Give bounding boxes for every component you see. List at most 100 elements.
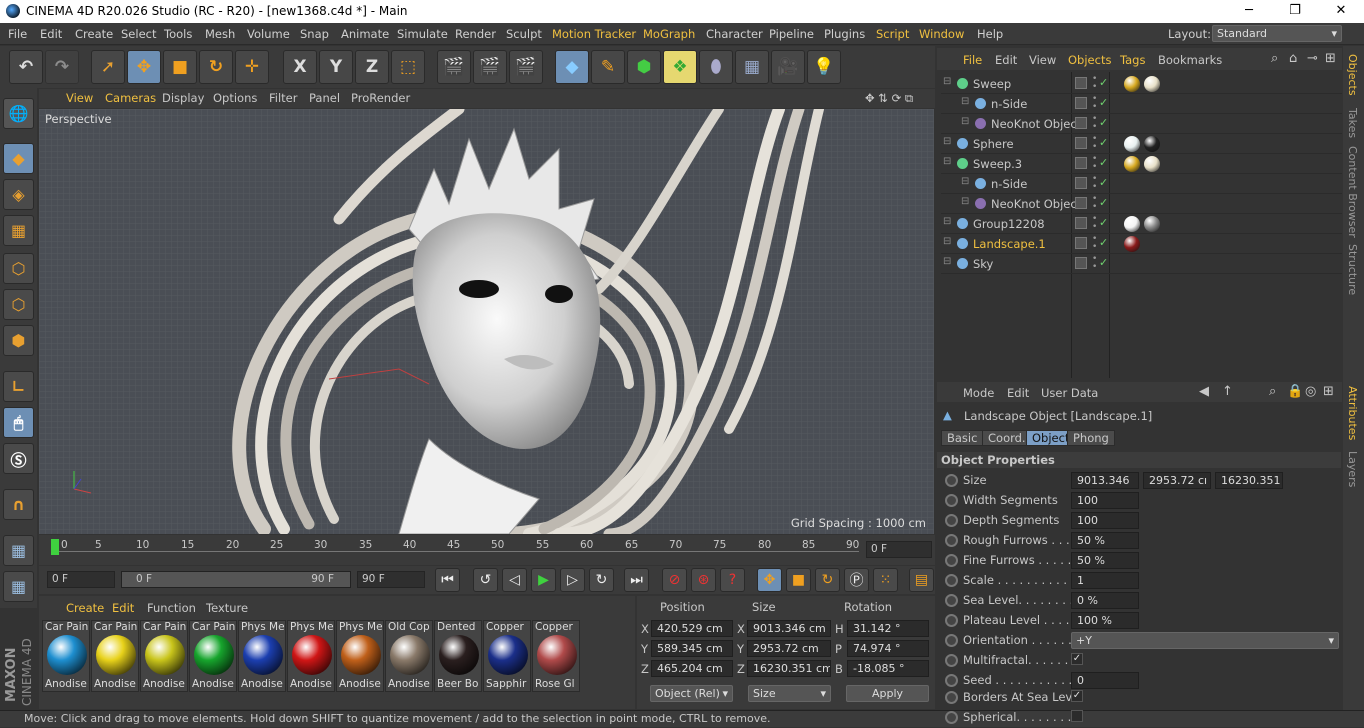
animate-toggle-icon[interactable] bbox=[945, 514, 958, 527]
animate-toggle-icon[interactable] bbox=[945, 494, 958, 507]
visibility-dots-icon[interactable]: • • bbox=[1092, 255, 1097, 272]
property-field[interactable]: 0 bbox=[1071, 672, 1139, 689]
side-tab-content-browser[interactable]: Content Browser bbox=[1346, 146, 1359, 238]
layer-icon[interactable] bbox=[1075, 257, 1087, 269]
material-swatch[interactable]: Old Cop Anodise bbox=[385, 620, 433, 692]
animate-toggle-icon[interactable] bbox=[945, 614, 958, 627]
rotation-field[interactable]: -18.085 ° bbox=[847, 660, 929, 677]
material-swatch[interactable]: Copper Sapphir bbox=[483, 620, 531, 692]
attr-menu-mode[interactable]: Mode bbox=[963, 386, 994, 400]
material-swatch[interactable]: Car Pain Anodise bbox=[140, 620, 188, 692]
workplane-grid-button[interactable]: ▦ bbox=[3, 571, 34, 602]
material-swatch[interactable]: Phys Me Anodise bbox=[336, 620, 384, 692]
position-field[interactable]: 589.345 cm bbox=[651, 640, 733, 657]
size-mode-select[interactable]: Size ▾ bbox=[748, 685, 831, 702]
menu-snap[interactable]: Snap bbox=[300, 27, 329, 41]
record-button[interactable]: ⊘ bbox=[662, 568, 687, 592]
animate-toggle-icon[interactable] bbox=[945, 594, 958, 607]
viewport-nav-icons[interactable]: ✥ ⇅ ⟳ ⧉ bbox=[865, 91, 913, 106]
cloner-button[interactable]: ❖ bbox=[663, 50, 697, 84]
go-to-start-button[interactable]: ⏮ bbox=[435, 568, 460, 592]
object-row[interactable]: ⊟ n-Side • • ✓ bbox=[941, 94, 1342, 114]
menu-animate[interactable]: Animate bbox=[341, 27, 389, 41]
enabled-check-icon[interactable]: ✓ bbox=[1099, 136, 1108, 149]
visibility-dots-icon[interactable]: • • bbox=[1092, 75, 1097, 92]
edges-mode-button[interactable]: ⬡ bbox=[3, 289, 34, 320]
menu-script[interactable]: Script bbox=[876, 27, 909, 41]
cube-button[interactable]: ◆ bbox=[555, 50, 589, 84]
property-field[interactable]: 50 % bbox=[1071, 532, 1139, 549]
tweak-mode-button[interactable]: 🖱 bbox=[3, 407, 34, 438]
viewport-menu-view[interactable]: View bbox=[66, 91, 93, 105]
keyframe-selection-button[interactable]: ? bbox=[720, 568, 745, 592]
tab-coord[interactable]: Coord. bbox=[982, 430, 1032, 446]
size-field[interactable]: 16230.351 cm bbox=[747, 660, 831, 677]
layer-icon[interactable] bbox=[1075, 217, 1087, 229]
search-icon[interactable]: ⌕ bbox=[1269, 384, 1276, 399]
rotation-field[interactable]: 74.974 ° bbox=[847, 640, 929, 657]
enabled-check-icon[interactable]: ✓ bbox=[1099, 176, 1108, 189]
menu-edit[interactable]: Edit bbox=[40, 27, 62, 41]
material-tag-icon[interactable] bbox=[1144, 136, 1160, 152]
property-field[interactable]: 100 bbox=[1071, 512, 1139, 529]
attr-menu-user-data[interactable]: User Data bbox=[1041, 386, 1098, 400]
enabled-check-icon[interactable]: ✓ bbox=[1099, 196, 1108, 209]
visibility-dots-icon[interactable]: • • bbox=[1092, 235, 1097, 252]
menu-plugins[interactable]: Plugins bbox=[824, 27, 865, 41]
frame-range-slider[interactable]: 0 F 90 F bbox=[121, 571, 351, 588]
animate-toggle-icon[interactable] bbox=[945, 674, 958, 687]
new-panel-icon[interactable]: ⊞ bbox=[1323, 384, 1334, 399]
visibility-dots-icon[interactable]: • • bbox=[1092, 135, 1097, 152]
points-mode-button[interactable]: ⬡ bbox=[3, 253, 34, 284]
tab-phong[interactable]: Phong bbox=[1067, 430, 1115, 446]
property-field[interactable]: 50 % bbox=[1071, 552, 1139, 569]
object-row[interactable]: ⊟ Landscape.1 • • ✓ bbox=[941, 234, 1342, 254]
object-name[interactable]: Sweep bbox=[973, 77, 1011, 91]
viewport-menu-prorender[interactable]: ProRender bbox=[351, 91, 410, 105]
material-swatch[interactable]: Dented Beer Bo bbox=[434, 620, 482, 692]
playhead[interactable] bbox=[51, 539, 59, 555]
size-y-field[interactable]: 2953.72 cı bbox=[1143, 472, 1211, 489]
key-rotation-button[interactable]: ↻ bbox=[815, 568, 840, 592]
layer-icon[interactable] bbox=[1075, 157, 1087, 169]
material-swatch[interactable]: Copper Rose Gl bbox=[532, 620, 580, 692]
render-settings-button[interactable]: 🎬 bbox=[509, 50, 543, 84]
tab-basic[interactable]: Basic bbox=[941, 430, 984, 446]
material-tag-icon[interactable] bbox=[1124, 236, 1140, 252]
checkbox[interactable] bbox=[1071, 710, 1083, 722]
material-tag-icon[interactable] bbox=[1124, 216, 1140, 232]
menu-character[interactable]: Character bbox=[706, 27, 763, 41]
object-row[interactable]: ⊟ NeoKnot Object • • ✓ bbox=[941, 194, 1342, 214]
live-selection-button[interactable]: ➚ bbox=[91, 50, 125, 84]
previous-frame-button[interactable]: ◁ bbox=[502, 568, 527, 592]
size-z-field[interactable]: 16230.351 bbox=[1215, 472, 1283, 489]
property-field[interactable]: 1 bbox=[1071, 572, 1139, 589]
undo-button[interactable]: ↶ bbox=[9, 50, 43, 84]
animate-toggle-icon[interactable] bbox=[945, 654, 958, 667]
menu-pipeline[interactable]: Pipeline bbox=[769, 27, 814, 41]
menu-create[interactable]: Create bbox=[75, 27, 113, 41]
menu-select[interactable]: Select bbox=[121, 27, 156, 41]
menu-simulate[interactable]: Simulate bbox=[397, 27, 448, 41]
menu-help[interactable]: Help bbox=[977, 27, 1003, 41]
side-tab-objects[interactable]: Objects bbox=[1346, 54, 1359, 96]
previous-key-button[interactable]: ↺ bbox=[473, 568, 498, 592]
timeline-ruler[interactable]: 0 5 10 15 20 25 30 35 40 45 50 55 60 65 … bbox=[39, 535, 935, 565]
end-frame-field[interactable]: 90 F bbox=[357, 571, 425, 588]
size-field[interactable]: 2953.72 cm bbox=[747, 640, 831, 657]
object-name[interactable]: NeoKnot Object bbox=[991, 197, 1081, 211]
layer-icon[interactable] bbox=[1075, 77, 1087, 89]
object-row[interactable]: ⊟ Sky • • ✓ bbox=[941, 254, 1342, 274]
object-row[interactable]: ⊟ Sweep.3 • • ✓ bbox=[941, 154, 1342, 174]
maximize-button[interactable]: ❐ bbox=[1272, 0, 1318, 23]
obj-menu-edit[interactable]: Edit bbox=[995, 53, 1017, 67]
back-arrow-icon[interactable]: ◀ bbox=[1199, 384, 1209, 399]
next-frame-button[interactable]: ▷ bbox=[560, 568, 585, 592]
material-tag-icon[interactable] bbox=[1124, 136, 1140, 152]
move-tool-button[interactable]: ✥ bbox=[127, 50, 161, 84]
go-to-end-button[interactable]: ⏭ bbox=[624, 568, 649, 592]
object-row[interactable]: ⊟ n-Side • • ✓ bbox=[941, 174, 1342, 194]
model-mode-button[interactable]: ◆ bbox=[3, 143, 34, 174]
object-row[interactable]: ⊟ Sphere • • ✓ bbox=[941, 134, 1342, 154]
animate-toggle-icon[interactable] bbox=[945, 534, 958, 547]
